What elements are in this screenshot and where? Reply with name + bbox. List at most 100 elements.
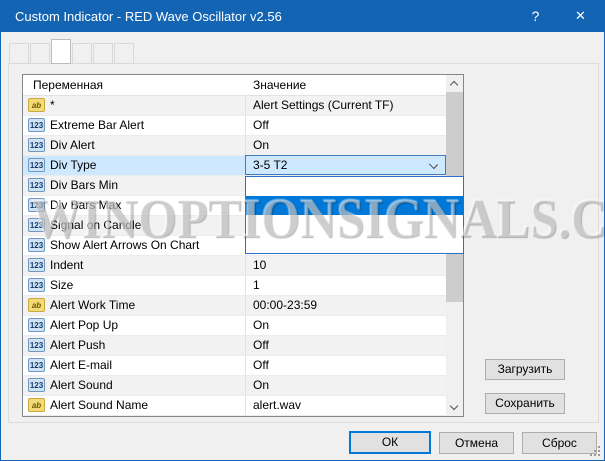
param-name-cell: 123 Div Type	[23, 156, 245, 175]
titlebar: Custom Indicator - RED Wave Oscillator v…	[1, 1, 604, 32]
param-type-icon: 123	[28, 318, 45, 332]
param-name: Div Bars Max	[50, 196, 121, 215]
param-name-cell: 123 Extreme Bar Alert	[23, 116, 245, 135]
param-name: Div Bars Min	[50, 176, 118, 195]
param-name-cell: 123 Div Bars Max	[23, 196, 245, 215]
table-row[interactable]: 123 Extreme Bar Alert Off	[23, 116, 446, 136]
param-name-cell: 123 Alert Sound	[23, 376, 245, 395]
param-type-icon: 123	[28, 178, 45, 192]
param-name-cell: 123 Div Bars Min	[23, 176, 245, 195]
param-value: 1	[253, 276, 260, 295]
param-name: Alert Pop Up	[50, 316, 118, 335]
chevron-up-icon	[450, 81, 458, 89]
param-value: 3-5 T2	[253, 156, 287, 175]
ok-button[interactable]: ОК	[349, 431, 431, 454]
table-row[interactable]: ab * Alert Settings (Current TF)	[23, 96, 446, 116]
resize-grip[interactable]	[590, 446, 600, 456]
close-button[interactable]: ✕	[558, 1, 603, 32]
param-value-cell[interactable]: Alert Settings (Current TF)	[245, 96, 446, 115]
load-button[interactable]: Загрузить	[485, 359, 565, 380]
param-name: *	[50, 96, 55, 115]
tab[interactable]	[72, 43, 92, 64]
tab[interactable]	[51, 39, 71, 64]
param-type-icon: ab	[28, 398, 45, 412]
param-value: Off	[253, 356, 269, 375]
param-value-cell[interactable]: alert.wav	[245, 396, 446, 415]
div-type-dropdown-list	[245, 176, 464, 254]
param-type-icon: 123	[28, 138, 45, 152]
param-type-icon: 123	[28, 258, 45, 272]
param-value: alert.wav	[253, 396, 301, 415]
param-type-icon: 123	[28, 358, 45, 372]
param-value-cell[interactable]: On	[245, 316, 446, 335]
param-value: On	[253, 376, 269, 395]
table-row[interactable]: 123 Alert Sound On	[23, 376, 446, 396]
param-type-icon: 123	[28, 218, 45, 232]
tab[interactable]	[9, 43, 29, 64]
table-row[interactable]: 123 Size 1	[23, 276, 446, 296]
param-type-icon: 123	[28, 238, 45, 252]
param-value-cell[interactable]: 3-5 T2	[245, 155, 446, 175]
table-rows: ab * Alert Settings (Current TF) 123 Ext…	[23, 96, 446, 416]
param-name-cell: ab Alert Work Time	[23, 296, 245, 315]
table-row[interactable]: 123 Div Type 3-5 T2	[23, 156, 446, 176]
param-name: Show Alert Arrows On Chart	[50, 236, 199, 255]
param-name-cell: 123 Indent	[23, 256, 245, 275]
table-row[interactable]: 123 Alert E-mail Off	[23, 356, 446, 376]
dropdown-option[interactable]	[246, 215, 463, 234]
chevron-down-icon	[450, 402, 458, 410]
scroll-up-button[interactable]	[446, 75, 463, 92]
column-header-value: Значение	[253, 75, 306, 95]
param-value-cell[interactable]: Off	[245, 116, 446, 135]
param-value-cell[interactable]: 00:00-23:59	[245, 296, 446, 315]
indicator-properties-dialog: Custom Indicator - RED Wave Oscillator v…	[0, 0, 605, 461]
column-header-variable: Переменная	[33, 75, 103, 95]
param-name: Size	[50, 276, 73, 295]
param-value-cell[interactable]: Off	[245, 336, 446, 355]
tab[interactable]	[114, 43, 134, 64]
parameters-table: Переменная Значение ab * Alert Settings …	[22, 74, 464, 417]
param-value-cell[interactable]: On	[245, 376, 446, 395]
param-type-icon: 123	[28, 158, 45, 172]
table-row[interactable]: ab Alert Sound Name alert.wav	[23, 396, 446, 416]
tab[interactable]	[93, 43, 113, 64]
param-type-icon: 123	[28, 378, 45, 392]
param-value: Alert Settings (Current TF)	[253, 96, 393, 115]
param-name-cell: ab Alert Sound Name	[23, 396, 245, 415]
param-name: Extreme Bar Alert	[50, 116, 144, 135]
table-row[interactable]: 123 Alert Pop Up On	[23, 316, 446, 336]
cancel-button[interactable]: Отмена	[439, 432, 514, 454]
help-button[interactable]: ?	[513, 1, 558, 32]
table-row[interactable]: 123 Div Alert On	[23, 136, 446, 156]
param-name-cell: 123 Div Alert	[23, 136, 245, 155]
reset-button[interactable]: Сброс	[522, 432, 597, 454]
param-value-cell[interactable]: Off	[245, 356, 446, 375]
save-button[interactable]: Сохранить	[485, 393, 565, 414]
tab[interactable]	[30, 43, 50, 64]
scroll-down-button[interactable]	[446, 399, 463, 416]
param-name-cell: 123 Alert Push	[23, 336, 245, 355]
chevron-down-icon[interactable]	[429, 160, 438, 169]
param-name: Div Type	[50, 156, 96, 175]
param-name: Alert Work Time	[50, 296, 135, 315]
param-value-cell[interactable]: 10	[245, 256, 446, 275]
param-value-cell[interactable]: 1	[245, 276, 446, 295]
param-value: On	[253, 316, 269, 335]
param-name: Alert Sound Name	[50, 396, 148, 415]
param-name-cell: 123 Show Alert Arrows On Chart	[23, 236, 245, 255]
param-type-icon: 123	[28, 118, 45, 132]
dropdown-option[interactable]	[246, 196, 463, 215]
table-row[interactable]: ab Alert Work Time 00:00-23:59	[23, 296, 446, 316]
table-row[interactable]: 123 Indent 10	[23, 256, 446, 276]
dropdown-option[interactable]	[246, 177, 463, 196]
param-value: Off	[253, 336, 269, 355]
table-header: Переменная Значение	[23, 75, 463, 96]
param-value-cell[interactable]: On	[245, 136, 446, 155]
table-row[interactable]: 123 Alert Push Off	[23, 336, 446, 356]
param-type-icon: 123	[28, 198, 45, 212]
dropdown-option[interactable]	[246, 234, 463, 253]
param-name-cell: 123 Signal on Candle	[23, 216, 245, 235]
tab-page-inputs: Переменная Значение ab * Alert Settings …	[8, 63, 599, 423]
tab-bar	[9, 39, 135, 64]
param-type-icon: ab	[28, 298, 45, 312]
